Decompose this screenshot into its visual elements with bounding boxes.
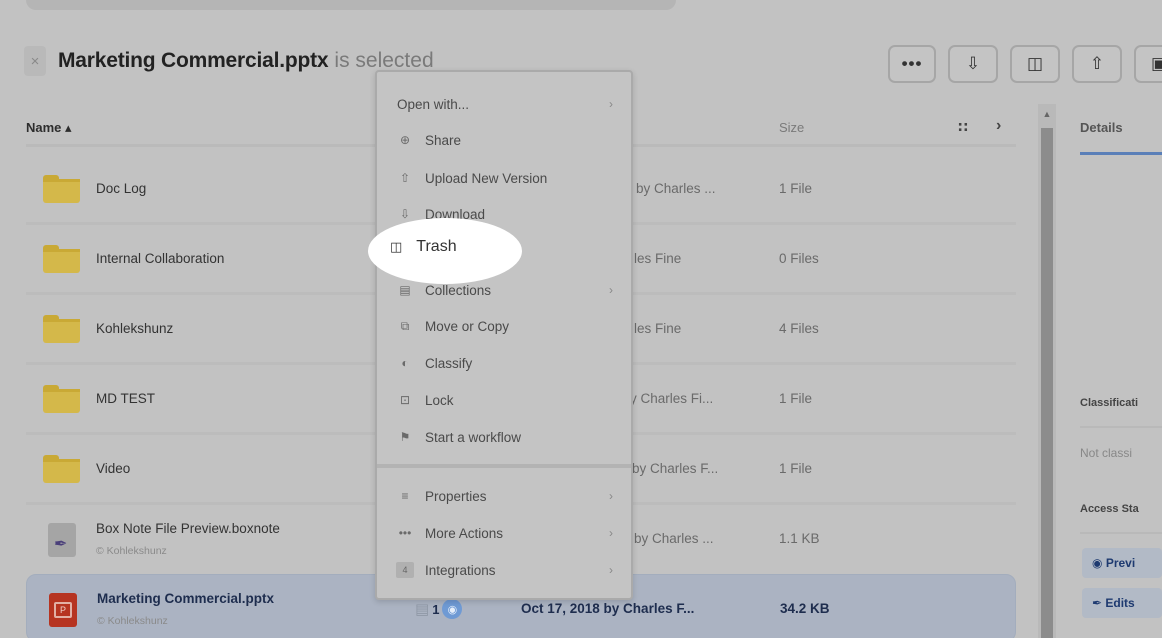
lock-button[interactable]: ▣	[1134, 45, 1162, 83]
menu-item-more-actions[interactable]: ••• More Actions ›	[377, 515, 631, 551]
menu-item-trash[interactable]: ◫ Trash	[390, 238, 457, 256]
item-meta: ▤ 1 ◉	[415, 599, 463, 619]
item-updated: les Fine	[634, 251, 682, 266]
classify-shield-icon: ◐	[401, 356, 409, 370]
trash-icon: ◫	[390, 239, 403, 254]
menu-divider	[377, 464, 631, 468]
pencil-icon: ✒	[1092, 596, 1106, 610]
classification-label: Classificati	[1080, 397, 1139, 409]
item-size: 1 File	[779, 391, 813, 406]
scroll-up-arrow[interactable]: ▲	[1038, 104, 1056, 124]
context-menu: Open with... › ⊕ Share ⇧ Upload New Version…	[375, 70, 633, 600]
upload-icon: ⇧	[399, 171, 411, 185]
boxnote-file-icon: ✒	[48, 523, 76, 557]
item-updated: by Charles ...	[634, 531, 714, 546]
menu-item-start-workflow[interactable]: ⚑ Start a workflow	[377, 419, 631, 455]
upload-icon: ⇧	[1089, 54, 1105, 73]
lock-icon: ⊡	[399, 393, 411, 407]
download-icon: ⇩	[965, 54, 981, 73]
access-stats-label: Access Sta	[1080, 503, 1139, 515]
item-parent-folder[interactable]: © Kohlekshunz	[96, 545, 167, 557]
folder-icon	[43, 315, 80, 343]
chevron-right-icon: ›	[609, 563, 613, 577]
item-name[interactable]: Marketing Commercial.pptx	[97, 591, 274, 606]
upload-button[interactable]: ⇧	[1072, 45, 1122, 83]
item-size: 1 File	[779, 181, 813, 196]
share-icon: ⊕	[399, 133, 411, 147]
item-updated: y Charles Fi...	[630, 391, 714, 406]
item-name[interactable]: Internal Collaboration	[96, 251, 224, 266]
trash-button[interactable]: ◫	[1010, 45, 1060, 83]
divider	[1080, 532, 1162, 534]
item-size: 4 Files	[779, 321, 819, 336]
column-header-name[interactable]: Name ▴	[26, 120, 72, 136]
item-size: 1 File	[779, 461, 813, 476]
search-bar[interactable]	[26, 0, 676, 10]
collaborator-icon[interactable]: ◉	[442, 599, 463, 619]
folder-icon	[43, 175, 80, 203]
chevron-right-icon: ›	[609, 283, 613, 297]
more-options-button[interactable]: •••	[888, 45, 936, 83]
item-updated: by Charles ...	[636, 181, 716, 196]
divider	[1080, 426, 1162, 428]
menu-item-integrations[interactable]: 4 Integrations ›	[377, 552, 631, 588]
item-parent-folder[interactable]: © Kohlekshunz	[97, 615, 168, 627]
workflow-icon: ⚑	[399, 430, 411, 444]
folder-icon	[43, 385, 80, 413]
ellipsis-icon: •••	[398, 526, 412, 540]
comment-icon[interactable]: ▤	[415, 600, 429, 618]
item-size: 34.2 KB	[780, 601, 830, 616]
integrations-icon: 4	[395, 562, 415, 578]
properties-icon: ≡	[401, 489, 409, 503]
download-icon: ⇩	[399, 207, 411, 221]
item-updated: Oct 17, 2018 by Charles F...	[521, 601, 695, 616]
toolbar: ••• ⇩ ◫ ⇧ ▣	[888, 45, 1162, 83]
tab-details[interactable]: Details	[1080, 120, 1123, 135]
chevron-right-icon: ›	[609, 489, 613, 503]
item-size: 1.1 KB	[779, 531, 820, 546]
grid-view-icon[interactable]: ∷	[958, 119, 968, 136]
chevron-right-icon: ›	[609, 526, 613, 540]
menu-item-properties[interactable]: ≡ Properties ›	[377, 478, 631, 514]
menu-item-lock[interactable]: ⊡ Lock	[377, 382, 631, 418]
menu-item-share[interactable]: ⊕ Share	[377, 122, 631, 158]
folder-icon	[43, 455, 80, 483]
download-button[interactable]: ⇩	[948, 45, 998, 83]
selection-header: × Marketing Commercial.pptx is selected	[24, 45, 434, 77]
scrollbar[interactable]: ▲	[1038, 104, 1056, 638]
item-name[interactable]: Box Note File Preview.boxnote	[96, 521, 280, 536]
folder-icon	[43, 245, 80, 273]
move-copy-icon: ⧉	[400, 318, 410, 333]
menu-item-move-or-copy[interactable]: ⧉ Move or Copy	[377, 308, 631, 344]
selected-file-name: Marketing Commercial.pptx	[58, 49, 329, 72]
menu-item-upload-new-version[interactable]: ⇧ Upload New Version	[377, 160, 631, 196]
classification-value: Not classi	[1080, 446, 1133, 460]
collections-icon: ▤	[399, 283, 411, 297]
column-header-size[interactable]: Size	[779, 120, 804, 135]
item-updated: les Fine	[634, 321, 682, 336]
active-tab-indicator	[1080, 152, 1162, 155]
access-chip-edits[interactable]: ✒ Edits	[1082, 588, 1162, 618]
clear-selection-button[interactable]: ×	[24, 46, 46, 76]
chevron-right-icon[interactable]: ›	[996, 117, 1001, 135]
access-chip-previews[interactable]: ◉ Previ	[1082, 548, 1162, 578]
item-updated: by Charles F...	[632, 461, 719, 476]
menu-item-classify[interactable]: ◐ Classify	[377, 345, 631, 381]
item-size: 0 Files	[779, 251, 819, 266]
trash-icon: ◫	[1026, 54, 1044, 73]
ellipsis-icon: •••	[901, 54, 923, 73]
comment-count: 1	[432, 601, 440, 617]
eye-icon: ◉	[1092, 556, 1106, 570]
menu-item-open-with[interactable]: Open with... ›	[377, 86, 631, 122]
close-icon: ×	[30, 52, 40, 70]
chevron-right-icon: ›	[609, 97, 613, 111]
item-name[interactable]: Video	[96, 461, 130, 476]
item-name[interactable]: Kohlekshunz	[96, 321, 173, 336]
item-name[interactable]: Doc Log	[96, 181, 146, 196]
scrollbar-thumb[interactable]	[1041, 128, 1053, 638]
item-name[interactable]: MD TEST	[96, 391, 155, 406]
lock-icon: ▣	[1150, 54, 1162, 73]
powerpoint-file-icon: P	[49, 593, 77, 627]
